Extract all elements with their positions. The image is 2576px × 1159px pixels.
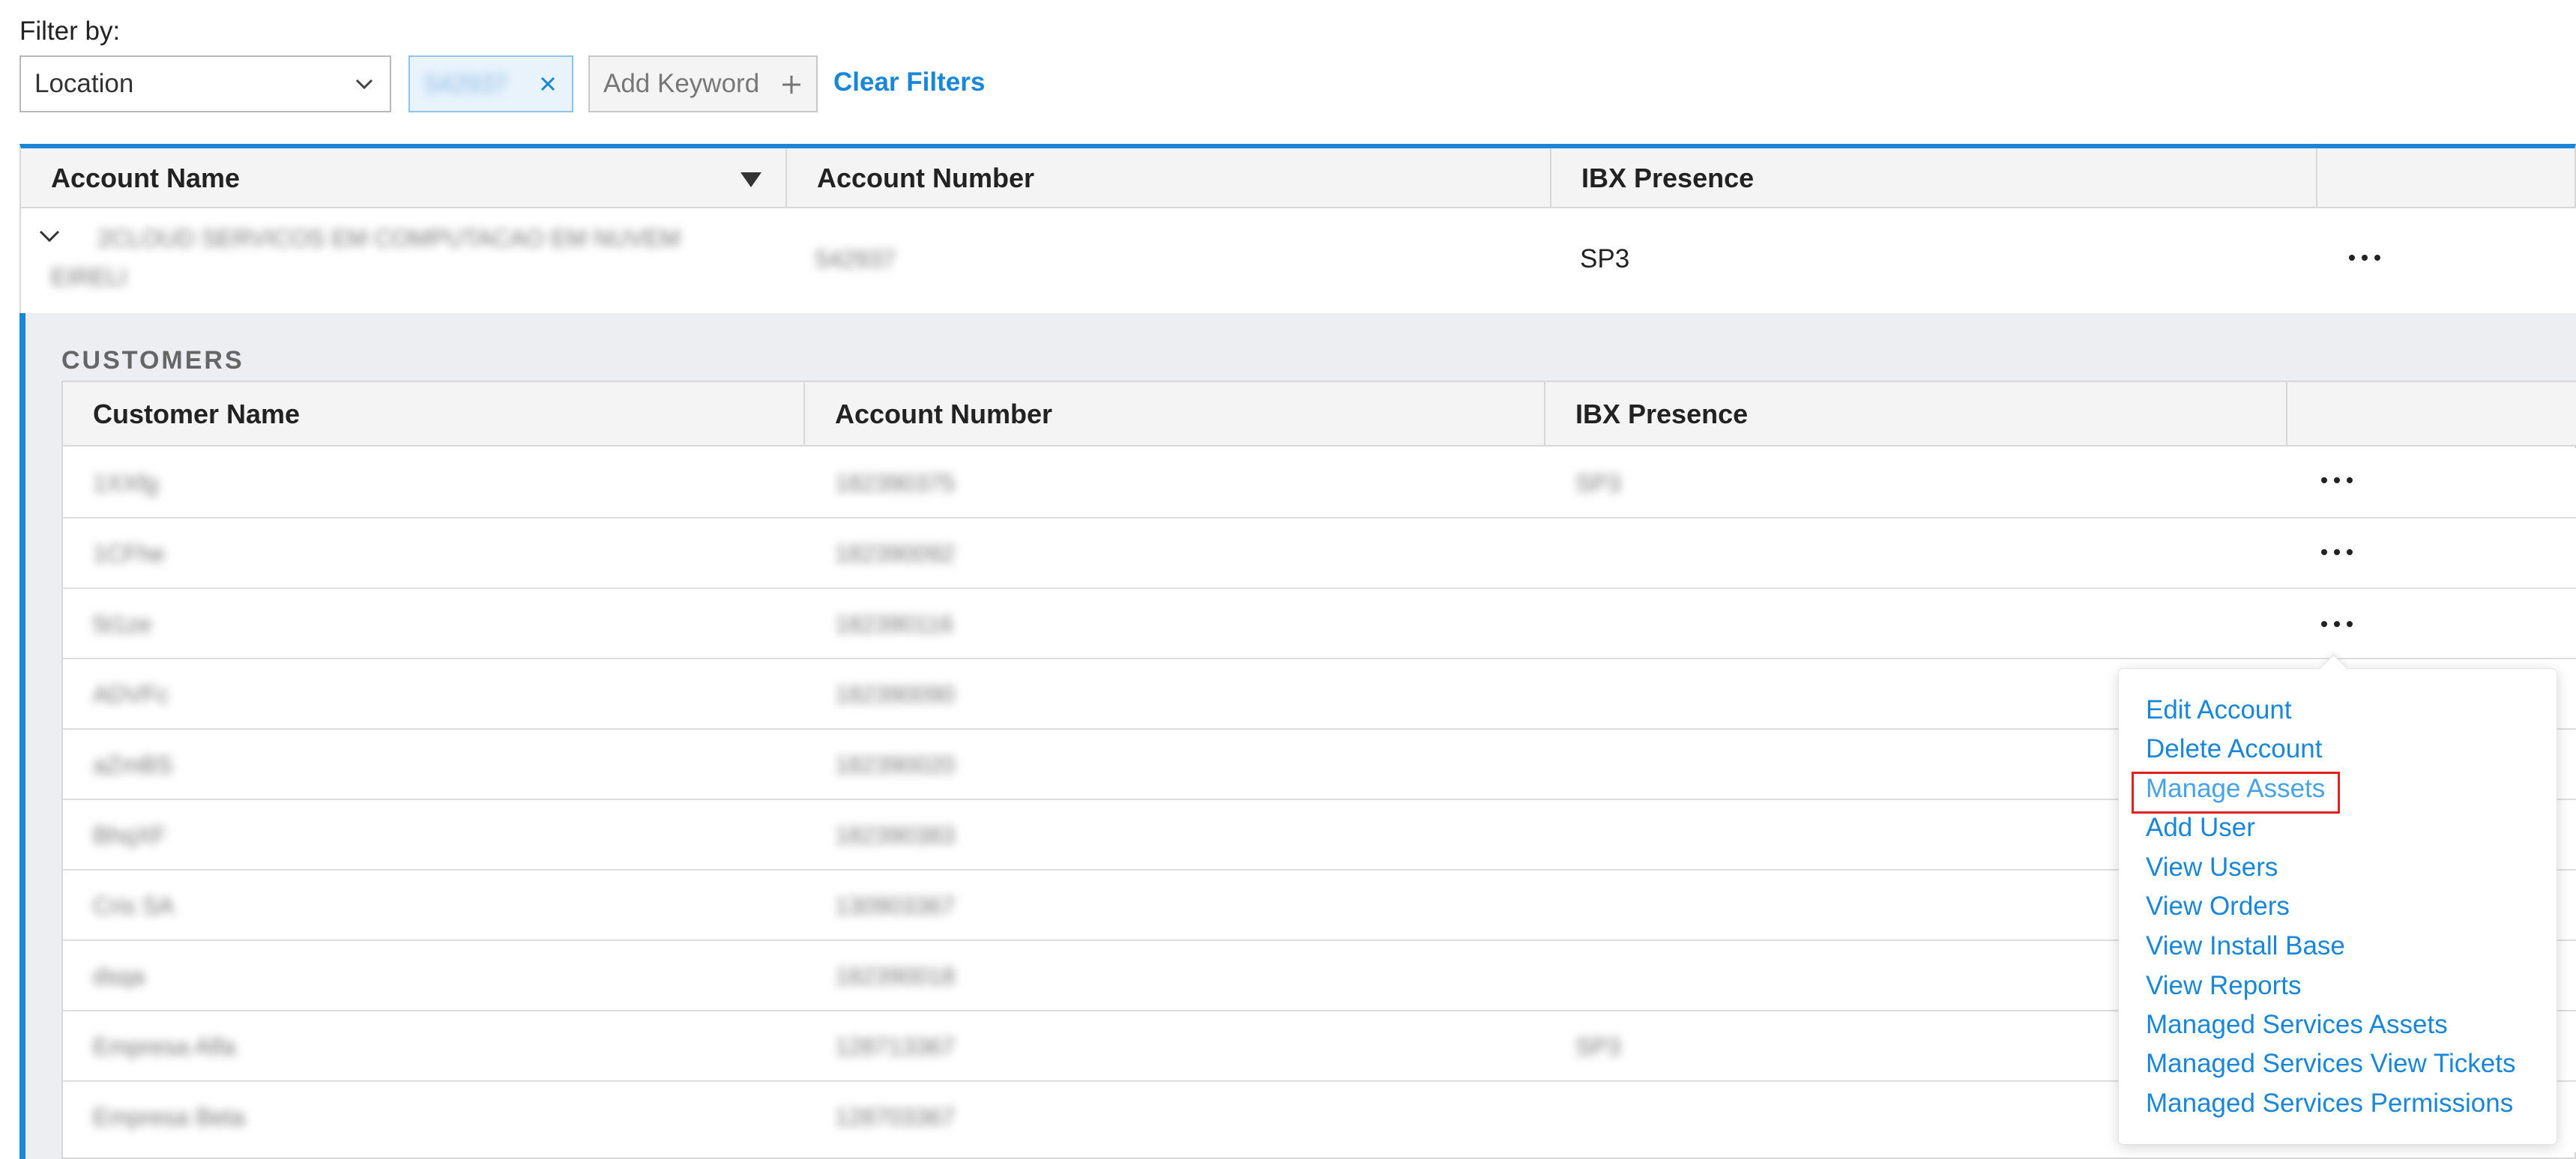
filter-by-label: Filter by:: [19, 16, 121, 46]
customer-account-number: 182390020: [835, 751, 956, 778]
column-header-account-number[interactable]: Account Number: [817, 148, 1034, 208]
customer-name: 1XXfg: [93, 469, 159, 497]
close-icon[interactable]: [537, 73, 558, 94]
column-divider: [1544, 382, 1545, 447]
more-options-icon[interactable]: [2320, 620, 2354, 629]
add-keyword-label: Add Keyword: [603, 69, 760, 98]
accounts-table-header: Account Name Account Number IBX Presence: [19, 144, 2576, 208]
menu-item-managed-services-assets[interactable]: Managed Services Assets: [2146, 1010, 2448, 1040]
column-divider: [2316, 148, 2317, 208]
column-header-ibx-presence[interactable]: IBX Presence: [1575, 382, 1748, 447]
location-select-value: Location: [34, 69, 134, 98]
clear-filters-link[interactable]: Clear Filters: [833, 67, 985, 97]
customer-name: ADVFc: [93, 680, 169, 708]
column-header-account-number[interactable]: Account Number: [835, 382, 1052, 447]
customer-name: 1CFhe: [93, 539, 166, 567]
filter-chip[interactable]: 542937: [408, 55, 573, 112]
customer-account-number: 182390375: [835, 469, 956, 497]
more-options-icon[interactable]: [2347, 253, 2382, 262]
table-row[interactable]: 1XXfg 182390375 SP3: [63, 448, 2576, 518]
customers-section-title: CUSTOMERS: [61, 346, 244, 375]
customer-ibx: SP3: [1575, 469, 1621, 497]
column-header-customer-name[interactable]: Customer Name: [93, 382, 300, 447]
customers-table-header: [63, 382, 2576, 447]
customer-name: aZmBS: [93, 751, 173, 778]
account-number: 542937: [815, 246, 896, 273]
customer-account-number: 182390116: [835, 610, 953, 638]
menu-item-add-user[interactable]: Add User: [2146, 813, 2255, 843]
menu-item-view-users[interactable]: View Users: [2146, 853, 2278, 883]
customer-account-number: 128713367: [835, 1032, 956, 1060]
menu-item-managed-services-view-tickets[interactable]: Managed Services View Tickets: [2146, 1049, 2515, 1079]
chevron-down-icon[interactable]: [37, 228, 61, 246]
filter-chip-value: 542937: [425, 70, 508, 97]
customer-name: Empresa Alfa: [93, 1032, 236, 1060]
table-row[interactable]: 5t1ze 182390116: [63, 589, 2576, 659]
plus-icon: [782, 76, 800, 94]
sort-down-icon[interactable]: [740, 172, 761, 187]
table-row[interactable]: 1CFhe 182390092: [63, 518, 2576, 589]
location-select[interactable]: Location: [19, 55, 391, 112]
column-header-account-name[interactable]: Account Name: [51, 148, 240, 208]
account-row[interactable]: [19, 208, 2576, 313]
customer-account-number: 130903367: [835, 892, 956, 919]
menu-item-managed-services-permissions[interactable]: Managed Services Permissions: [2146, 1089, 2513, 1119]
customer-ibx: SP3: [1575, 1032, 1621, 1060]
column-header-ibx-presence[interactable]: IBX Presence: [1581, 148, 1754, 208]
customer-name: dsqa: [93, 962, 145, 990]
column-divider: [2286, 382, 2287, 447]
menu-item-view-reports[interactable]: View Reports: [2146, 971, 2302, 1001]
customer-name: Cris SA: [93, 892, 175, 919]
customer-account-number: 182390092: [835, 539, 956, 567]
column-divider: [1550, 148, 1551, 208]
customer-name: 5t1ze: [93, 610, 152, 638]
customer-account-number: 128703367: [835, 1103, 956, 1131]
menu-item-delete-account[interactable]: Delete Account: [2146, 734, 2322, 764]
account-ibx: SP3: [1580, 244, 1630, 273]
more-options-icon[interactable]: [2320, 476, 2354, 485]
column-divider: [785, 148, 787, 208]
customer-name: Empresa Beta: [93, 1103, 245, 1131]
highlight-box: [2132, 772, 2340, 814]
customer-account-number: 182390090: [835, 680, 956, 708]
customer-account-number: 182390383: [835, 821, 956, 849]
account-name-line1: 2CLOUD SERVICOS EM COMPUTACAO EM NUVEM: [97, 225, 681, 252]
customer-account-number: 182390018: [835, 962, 956, 990]
menu-item-view-install-base[interactable]: View Install Base: [2146, 931, 2345, 961]
customer-name: BhqXF: [93, 821, 166, 849]
add-keyword-button[interactable]: Add Keyword: [588, 55, 818, 112]
more-options-icon[interactable]: [2320, 548, 2354, 557]
column-divider: [803, 382, 805, 447]
account-name-line2: EIRELI: [51, 264, 127, 291]
chevron-down-icon: [355, 79, 373, 90]
menu-item-edit-account[interactable]: Edit Account: [2146, 695, 2292, 725]
menu-item-view-orders[interactable]: View Orders: [2146, 892, 2290, 922]
